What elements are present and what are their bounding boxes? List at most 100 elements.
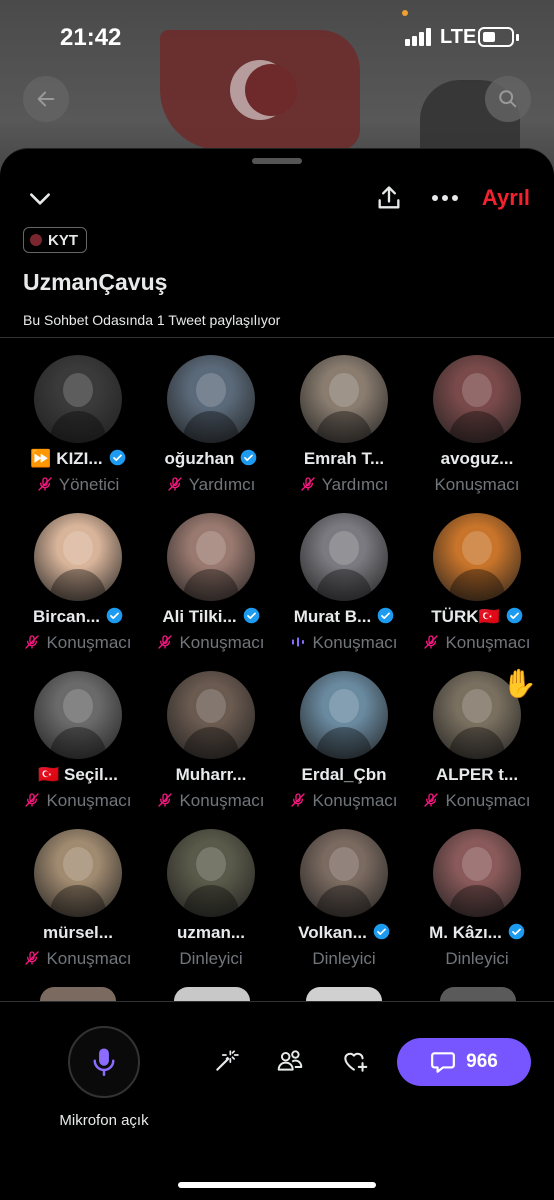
verified-badge-icon [373,923,390,940]
avatar-figure [63,531,93,565]
comment-count: 966 [466,1051,498,1072]
avatar[interactable] [34,355,122,443]
participant[interactable]: M. Kâzı... Dinleyici [408,829,546,979]
search-button[interactable] [485,76,531,122]
avatar[interactable] [433,513,521,601]
participant-role: Dinleyici [408,949,546,969]
avatar[interactable] [433,829,521,917]
avatar[interactable] [34,513,122,601]
avatar[interactable] [440,987,516,1001]
avatar[interactable] [300,355,388,443]
avatar[interactable] [167,513,255,601]
leave-button[interactable]: Ayrıl [482,185,530,211]
avatar-figure [183,411,239,443]
sheet-grabber[interactable] [252,158,302,164]
participant[interactable]: Bircan... Konuşmacı [9,513,147,663]
topic-tag[interactable]: KYT [23,227,87,253]
participant[interactable]: 🇹🇷 Seçil... Konuşmacı [9,671,147,821]
participant[interactable]: Muharr... Konuşmacı [142,671,280,821]
verified-badge-icon [109,449,126,466]
avatar-figure [329,531,359,565]
participant-role: Konuşmacı [9,949,147,969]
avatar[interactable] [167,671,255,759]
battery-icon [478,27,514,47]
participant-name-text: M. Kâzı... [429,923,502,942]
participant-name: ⏩ KIZI... [9,449,147,469]
participant-role: Konuşmacı [142,633,280,653]
room-subtitle[interactable]: Bu Sohbet Odasında 1 Tweet paylaşılıyor [23,312,280,328]
mic-muted-icon [24,634,40,650]
participant[interactable]: uzman... Dinleyici [142,829,280,979]
avatar-figure [462,847,492,881]
participant[interactable]: Emrah T... Yardımcı [275,355,413,505]
back-button[interactable] [23,76,69,122]
collapse-button[interactable] [24,183,56,215]
participant[interactable]: mürsel... Konuşmacı [9,829,147,979]
avatar-figure [196,373,226,407]
comments-button[interactable]: 966 [397,1038,531,1086]
avatar-figure [449,885,505,917]
participant[interactable]: Volkan... Dinleyici [275,829,413,979]
mic-muted-icon [423,634,439,650]
participant-name-text: ⏩ KIZI... [30,449,103,468]
avatar-figure [462,373,492,407]
avatar[interactable] [167,355,255,443]
participant-name-text: TÜRK🇹🇷 [431,607,500,626]
heart-plus-icon [344,1052,368,1072]
avatar-figure [316,411,372,443]
tag-label: KYT [48,231,78,249]
participant-name: Volkan... [275,923,413,943]
avatar[interactable] [300,513,388,601]
participant-name: Ali Tilki... [142,607,280,627]
participant[interactable]: ⏩ KIZI... Yönetici [9,355,147,505]
avatar[interactable] [300,829,388,917]
avatar[interactable] [167,829,255,917]
avatar[interactable] [300,671,388,759]
avatar-figure [63,689,93,723]
home-indicator[interactable] [178,1182,376,1188]
participant-role: Dinleyici [275,949,413,969]
participant[interactable]: avoguz... Konuşmacı [408,355,546,505]
participant-role: Konuşmacı [9,633,147,653]
share-button[interactable] [372,181,406,215]
avatar[interactable] [34,671,122,759]
participant-role-text: Konuşmacı [179,633,265,652]
participant-name: oğuzhan [142,449,280,469]
participant-name-text: Emrah T... [303,449,385,468]
avatar-figure [183,885,239,917]
participant-role-text: Yardımcı [321,475,389,494]
verified-badge-icon [506,607,523,624]
microphone-button[interactable] [68,1026,140,1098]
mic-muted-icon [157,792,173,808]
participant-role: Konuşmacı [408,475,546,495]
participant[interactable]: Murat B... Konuşmacı [275,513,413,663]
people-icon [277,1050,303,1071]
avatar[interactable] [34,829,122,917]
more-button[interactable] [428,181,462,215]
participant[interactable]: Erdal_Çbn Konuşmacı [275,671,413,821]
participant[interactable]: TÜRK🇹🇷 Konuşmacı [408,513,546,663]
participant-name-text: uzman... [176,923,245,942]
verified-badge-icon [106,607,123,624]
avatar[interactable] [40,987,116,1001]
participant[interactable]: Ali Tilki... Konuşmacı [142,513,280,663]
avatar[interactable] [306,987,382,1001]
participant-role-text: Konuşmacı [445,633,531,652]
favorite-button[interactable] [340,1046,370,1076]
participant-name-text: Bircan... [32,607,101,626]
participant-role: Konuşmacı [142,791,280,811]
participant-role-text: Dinleyici [179,949,243,968]
participant-name-text: oğuzhan [164,449,235,468]
avatar[interactable] [174,987,250,1001]
mic-muted-icon [157,634,173,650]
signal-icon [405,28,433,46]
avatar-figure [196,847,226,881]
participant-name-text: 🇹🇷 Seçil... [38,765,118,784]
battery-tip [516,34,519,41]
avatar[interactable] [433,355,521,443]
participant[interactable]: oğuzhan Yardımcı [142,355,280,505]
participant[interactable]: ✋ ALPER t... Konuşmacı [408,668,546,821]
participant-role-text: Konuşmacı [179,791,265,810]
participants-button[interactable] [275,1046,305,1076]
reactions-button[interactable] [211,1046,241,1076]
